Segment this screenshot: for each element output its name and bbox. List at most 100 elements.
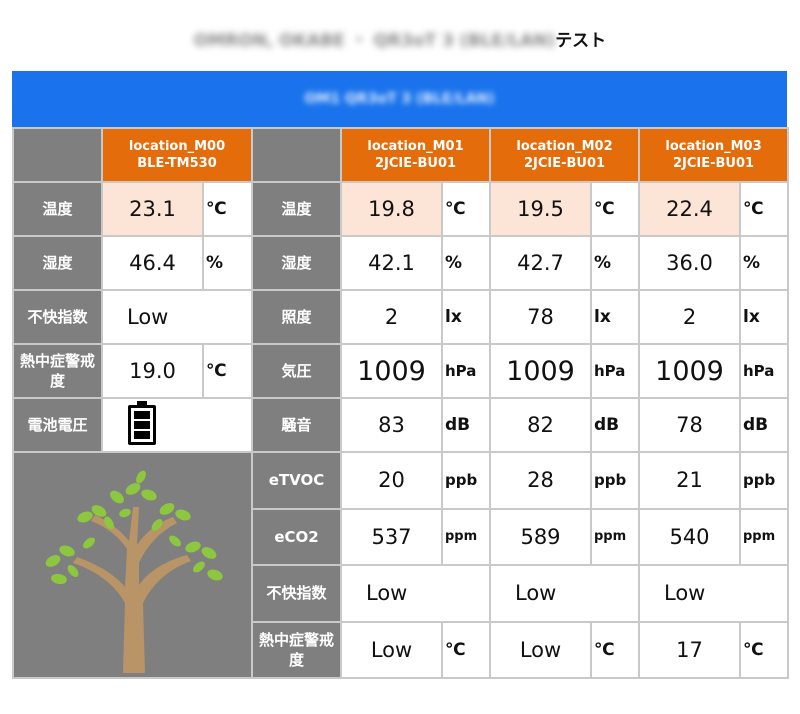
m02-etvoc-unit: ppb — [590, 451, 640, 510]
discomfort-label: 不快指数 — [251, 564, 342, 623]
m02-temp-unit: ℃ — [590, 181, 640, 237]
m03-heatstroke-value: 17 — [638, 620, 741, 679]
m00-header: location_M00 BLE-TM530 — [101, 127, 253, 183]
page-title-suffix: テスト — [555, 31, 607, 51]
m02-temp-value: 19.5 — [489, 181, 592, 237]
m00-temp-value: 23.1 — [101, 181, 204, 237]
m01-etvoc-value: 20 — [340, 451, 443, 510]
m02-illuminance-value: 78 — [489, 289, 592, 345]
m03-heatstroke-unit: ℃ — [739, 620, 789, 679]
m02-illuminance-unit: lx — [590, 289, 640, 345]
m02-noise-unit: dB — [590, 397, 640, 453]
m03-header-line1: location_M03 — [665, 139, 762, 154]
m01-eco2-unit: ppm — [441, 507, 491, 566]
m02-pressure-value: 1009 — [489, 343, 592, 399]
pressure-label: 気圧 — [251, 343, 342, 399]
m03-illuminance-unit: lx — [739, 289, 789, 345]
tree-icon — [45, 470, 223, 673]
m01-header: location_M01 2JCIE-BU01 — [340, 127, 491, 183]
m00-humidity-value: 46.4 — [101, 235, 204, 291]
m03-pressure-unit: hPa — [739, 343, 789, 399]
banner-text: OM1 QR3oT 3 (BLE/LAN) — [304, 91, 495, 107]
m03-header: location_M03 2JCIE-BU01 — [638, 127, 789, 183]
page-title-blurred: OMRON, OKABE ・ QR3oT 3 (BLE/LAN) — [193, 31, 556, 51]
m02-pressure-unit: hPa — [590, 343, 640, 399]
heatstroke-label: 熱中症警戒度 — [251, 620, 342, 679]
corner-cell-2 — [251, 127, 342, 183]
m01-temp-unit: ℃ — [441, 181, 491, 237]
m00-header-line1: location_M00 — [128, 139, 226, 154]
table-row: 不快指数 Low 照度 2 lx 78 lx 2 lx — [12, 289, 789, 345]
page-title: OMRON, OKABE ・ QR3oT 3 (BLE/LAN)テスト — [0, 26, 800, 51]
m00-temp-unit: ℃ — [202, 181, 253, 237]
m02-heatstroke-value: Low — [489, 620, 592, 679]
m03-temp-value: 22.4 — [638, 181, 741, 237]
table-row: 湿度 46.4 % 湿度 42.1 % 42.7 % 36.0 % — [12, 235, 789, 291]
m00-humidity-unit: % — [202, 235, 253, 291]
m01-heatstroke-unit: ℃ — [441, 620, 491, 679]
m01-discomfort-value: Low — [340, 564, 491, 623]
m01-humidity-value: 42.1 — [340, 235, 443, 291]
m01-illuminance-unit: lx — [441, 289, 491, 345]
m02-etvoc-value: 28 — [489, 451, 592, 510]
eco2-label: eCO2 — [251, 507, 342, 566]
m00-battery-cell — [101, 397, 253, 453]
humidity-label: 湿度 — [251, 235, 342, 291]
m01-noise-value: 83 — [340, 397, 443, 453]
m02-humidity-unit: % — [590, 235, 640, 291]
temp-label: 温度 — [251, 181, 342, 237]
battery-full-icon — [128, 400, 156, 445]
table-row: 熱中症警戒度 19.0 ℃ 気圧 1009 hPa 1009 hPa 1009 … — [12, 343, 789, 399]
corner-cell — [12, 127, 103, 183]
noise-label: 騒音 — [251, 397, 342, 453]
m03-temp-unit: ℃ — [739, 181, 789, 237]
m02-noise-value: 82 — [489, 397, 592, 453]
m03-humidity-value: 36.0 — [638, 235, 741, 291]
m01-humidity-unit: % — [441, 235, 491, 291]
tree-panel — [12, 451, 253, 679]
etvoc-label: eTVOC — [251, 451, 342, 510]
m01-header-line2: 2JCIE-BU01 — [374, 156, 457, 171]
m02-discomfort-value: Low — [489, 564, 640, 623]
m03-humidity-unit: % — [739, 235, 789, 291]
m01-noise-unit: dB — [441, 397, 491, 453]
m03-eco2-unit: ppm — [739, 507, 789, 566]
m03-noise-value: 78 — [638, 397, 741, 453]
illuminance-label: 照度 — [251, 289, 342, 345]
m03-illuminance-value: 2 — [638, 289, 741, 345]
m00-heatstroke-unit: ℃ — [202, 343, 253, 399]
m01-temp-value: 19.8 — [340, 181, 443, 237]
table-row: eTVOC 20 ppb 28 ppb 21 ppb — [12, 451, 789, 679]
m01-eco2-value: 537 — [340, 507, 443, 566]
m02-eco2-unit: ppm — [590, 507, 640, 566]
m02-eco2-value: 589 — [489, 507, 592, 566]
m00-temp-label: 温度 — [12, 181, 103, 237]
m02-header: location_M02 2JCIE-BU01 — [489, 127, 640, 183]
m01-illuminance-value: 2 — [340, 289, 443, 345]
sensor-table: location_M00 BLE-TM530 location_M01 2JCI… — [12, 127, 789, 679]
banner: OM1 QR3oT 3 (BLE/LAN) — [12, 71, 787, 127]
m01-pressure-value: 1009 — [340, 343, 443, 399]
m01-etvoc-unit: ppb — [441, 451, 491, 510]
m00-discomfort-label: 不快指数 — [12, 289, 103, 345]
m03-eco2-value: 540 — [638, 507, 741, 566]
m00-heatstroke-label: 熱中症警戒度 — [12, 343, 103, 399]
m02-heatstroke-unit: ℃ — [590, 620, 640, 679]
m00-header-line2: BLE-TM530 — [137, 156, 217, 171]
header-row: location_M00 BLE-TM530 location_M01 2JCI… — [12, 127, 789, 183]
m00-battery-label: 電池電圧 — [12, 397, 103, 453]
m03-noise-unit: dB — [739, 397, 789, 453]
m03-etvoc-value: 21 — [638, 451, 741, 510]
m03-pressure-value: 1009 — [638, 343, 741, 399]
m02-humidity-value: 42.7 — [489, 235, 592, 291]
m02-header-line1: location_M02 — [516, 139, 613, 154]
table-row: 電池電圧 騒音 83 dB 82 dB 78 dB — [12, 397, 789, 453]
m01-pressure-unit: hPa — [441, 343, 491, 399]
m01-header-line1: location_M01 — [367, 139, 464, 154]
table-row: 温度 23.1 ℃ 温度 19.8 ℃ 19.5 ℃ 22.4 ℃ — [12, 181, 789, 237]
m03-etvoc-unit: ppb — [739, 451, 789, 510]
m00-humidity-label: 湿度 — [12, 235, 103, 291]
m00-heatstroke-value: 19.0 — [101, 343, 204, 399]
m01-heatstroke-value: Low — [340, 620, 443, 679]
m02-header-line2: 2JCIE-BU01 — [523, 156, 606, 171]
